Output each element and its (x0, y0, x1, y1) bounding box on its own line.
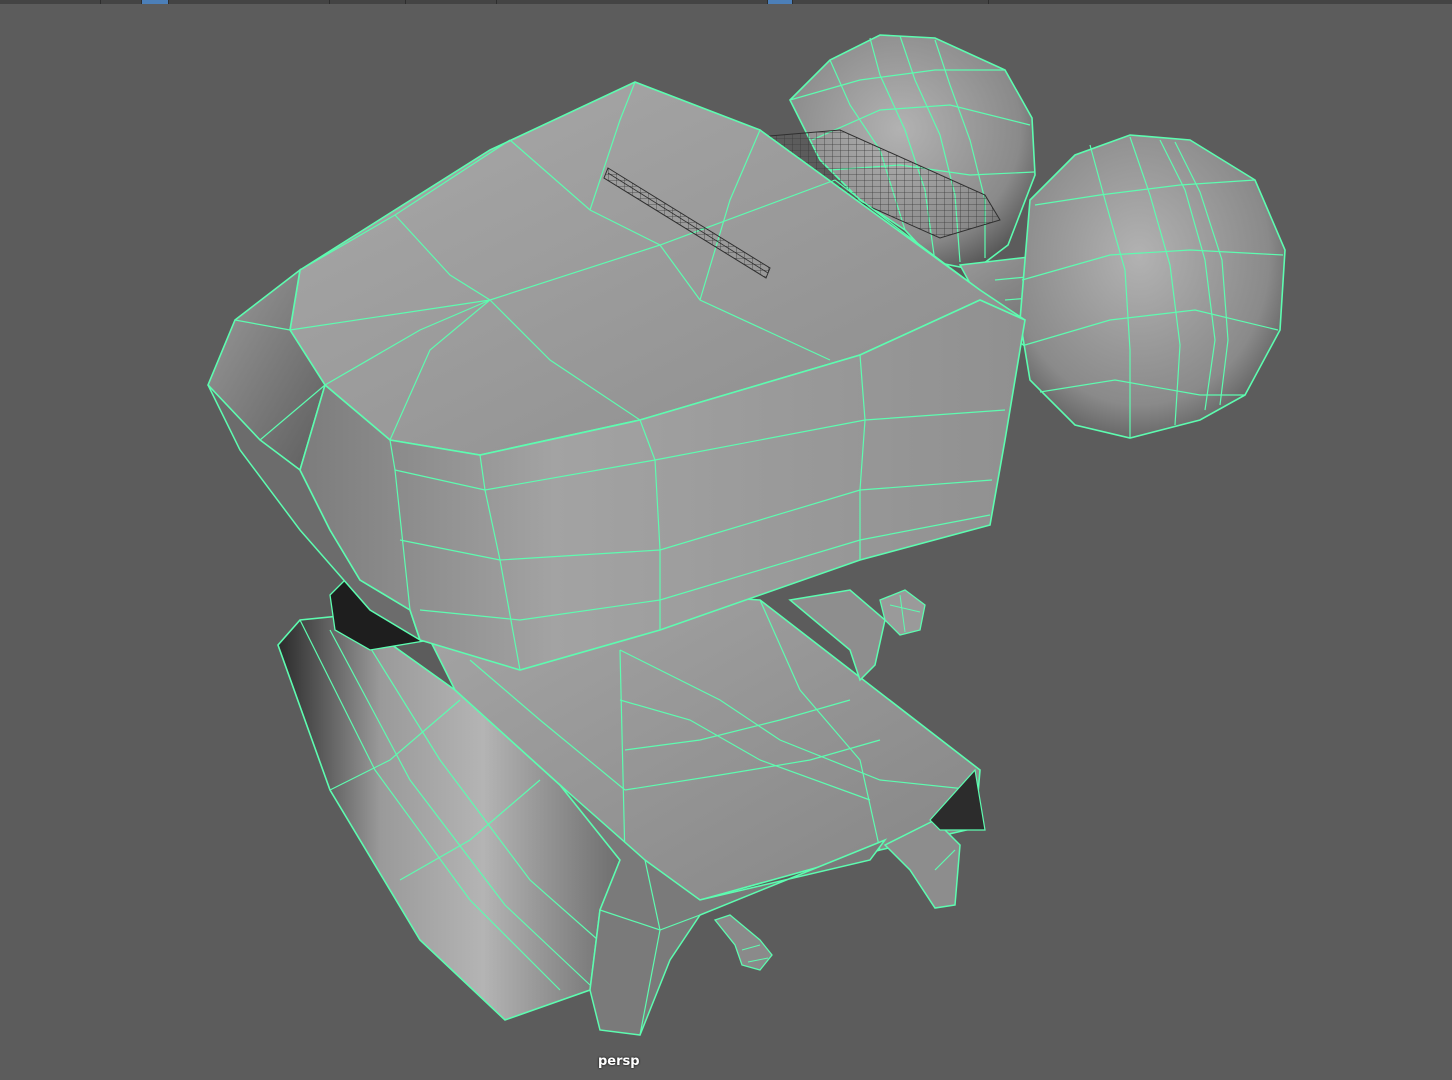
perspective-viewport[interactable]: persp (0, 0, 1452, 1080)
scene-canvas[interactable] (0, 0, 1452, 1080)
camera-name-label: persp (598, 1054, 640, 1069)
chassis-base-mesh[interactable] (277, 569, 986, 1036)
wheel-front-mesh[interactable] (1019, 134, 1286, 439)
